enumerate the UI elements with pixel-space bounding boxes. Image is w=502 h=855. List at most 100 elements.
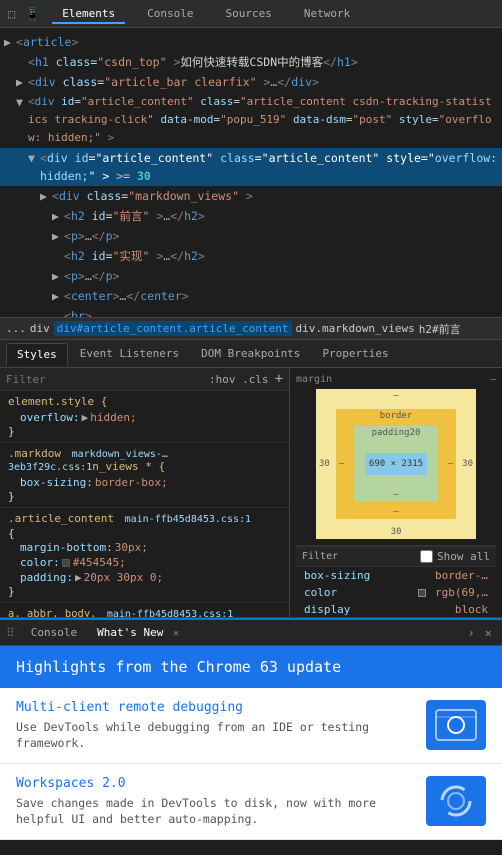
styles-filter-bar: :hov .cls + [0,368,289,391]
tree-line-h2-impl[interactable]: <h2 id="实现" >…</h2> [0,246,502,266]
padding-arrow-icon[interactable]: ▶ [75,571,82,584]
computed-color: color rgb(69,… [296,584,496,601]
tree-content-p1: <p>…</p> [64,227,498,245]
toggle-markdown-views[interactable]: ▼ [28,149,40,167]
computed-display: display block [296,601,496,617]
whatsnew-close-icon[interactable]: ✕ [173,628,179,639]
toggle-article-bar[interactable]: ▶ [16,73,28,91]
style-selector-element: element.style { [8,395,281,408]
toggle-p2[interactable]: ▶ [52,267,64,285]
chevron-right-icon[interactable]: › [462,626,481,640]
box-model-container: margin – – 30 30 30 border – – – [296,374,496,617]
computed-section: Filter Show all box-sizing border-… colo… [296,545,496,617]
thumbnail-icon-1 [431,781,481,821]
style-prop-overflow: overflow: ▶ hidden; [8,410,281,425]
margin-left-value: 30 [319,459,330,469]
tree-line-h2-preface[interactable]: ▶ <h2 id="前言" >…</h2> [0,206,502,226]
box-content: 690 × 2315 [365,453,427,475]
tree-line-article-bar[interactable]: ▶ <div class="article_bar clearfix" >…</… [0,72,502,92]
breadcrumb: ... div div#article_content.article_cont… [0,318,502,340]
tree-line-h1[interactable]: <h1 class="csdn_top" >如何快速转载CSDN中的博客</h1… [0,52,502,72]
tree-line-br[interactable]: <br> [0,306,502,318]
margin-bottom-value: 30 [391,527,402,537]
tree-content-p2: <p>…</p> [64,267,498,285]
style-link-markdown[interactable]: markdown_views-…3eb3f29c.css:1 [8,449,168,473]
whatsnew-item-title-1: Workspaces 2.0 [16,776,414,791]
whatsnew-item-desc-0: Use DevTools while debugging from an IDE… [16,719,414,751]
tab-sources[interactable]: Sources [216,3,282,24]
tree-content-center: <center>…</center> [64,287,498,305]
tab-console-bottom[interactable]: Console [21,622,87,643]
bottom-tab-bar: ⠿ Console What's New ✕ › ✕ [0,618,502,646]
tree-content-markdown-views: <div id="article_content" class="article… [40,149,498,185]
tab-console[interactable]: Console [137,3,203,24]
breadcrumb-article-content[interactable]: div#article_content.article_content [54,321,292,336]
tree-line-p2[interactable]: ▶ <p>…</p> [0,266,502,286]
border-bottom-dash: – [393,507,398,517]
border-right-dash: – [448,459,453,469]
device-icon[interactable]: 📱 [25,7,40,21]
toggle-article[interactable]: ▶ [4,33,16,51]
tree-content-markdown-inner: <div class="markdown_views" > [52,187,498,205]
devtools-toolbar: ⬚ 📱 Elements Console Sources Network [0,0,502,28]
breadcrumb-h2[interactable]: h2#前言 [419,321,461,337]
toggle-p1[interactable]: ▶ [52,227,64,245]
tab-elements[interactable]: Elements [52,3,125,24]
color-swatch[interactable] [62,559,70,567]
show-all-checkbox[interactable] [420,550,433,563]
toggle-article-content-outer[interactable]: ▼ [16,93,28,111]
style-selector-markdown: .markdow markdown_views-…3eb3f29c.css:1n… [8,447,281,473]
style-rule-global: a, abbr, body, main-ffb45d8453.css:1 but… [0,603,289,617]
styles-filter-input[interactable] [6,373,203,386]
style-selector-global: a, abbr, body, main-ffb45d8453.css:1 but… [8,607,281,617]
border-label: border [380,411,413,421]
close-console-icon[interactable]: ✕ [481,626,496,640]
tree-line-article[interactable]: ▶ <article> [0,32,502,52]
panel-tabs: Styles Event Listeners DOM Breakpoints P… [0,340,502,368]
whatsnew-thumbnail-0 [426,700,486,750]
styles-rules: :hov .cls + element.style { overflow: ▶ … [0,368,290,617]
toggle-h2-preface[interactable]: ▶ [52,207,64,225]
whatsnew-header: Highlights from the Chrome 63 update [0,646,502,688]
style-prop-boxsizing: box-sizing: border-box; [8,475,281,490]
whatsnew-panel: Highlights from the Chrome 63 update Mul… [0,646,502,840]
inspect-icon[interactable]: ⬚ [8,7,15,21]
tree-line-markdown-inner[interactable]: ▶ <div class="markdown_views" > [0,186,502,206]
overflow-arrow-icon[interactable]: ▶ [82,411,89,424]
bottom-menu-icon[interactable]: ⠿ [6,626,15,640]
tree-line-center[interactable]: ▶ <center>…</center> [0,286,502,306]
breadcrumb-div[interactable]: div [30,322,50,335]
tree-line-markdown-views[interactable]: ▼ <div id="article_content" class="artic… [0,148,502,186]
style-rule-element: element.style { overflow: ▶ hidden; } [0,391,289,443]
tab-properties[interactable]: Properties [312,343,398,364]
style-prop-margin-bottom: margin-bottom: 30px; [8,540,281,555]
add-style-rule-button[interactable]: + [275,371,283,387]
style-link-global[interactable]: main-ffb45d8453.css:1 [107,609,233,617]
tree-content-article-bar: <div class="article_bar clearfix" >…</di… [28,73,498,91]
style-prop-padding: padding: ▶ 20px 30px 0; [8,570,281,585]
box-model-title: margin – [296,374,496,385]
tree-content-h2-preface: <h2 id="前言" >…</h2> [64,207,498,225]
tab-dom-breakpoints[interactable]: DOM Breakpoints [191,343,310,364]
tab-styles[interactable]: Styles [6,343,68,365]
computed-box-sizing: box-sizing border-… [296,567,496,584]
whatsnew-item-title-0: Multi-client remote debugging [16,700,414,715]
toggle-center[interactable]: ▶ [52,287,64,305]
computed-filter-bar: Filter Show all [296,546,496,567]
tab-whatsnew[interactable]: What's New ✕ [87,622,189,643]
styles-panel: :hov .cls + element.style { overflow: ▶ … [0,368,502,618]
tree-content-br: <br> [64,307,498,318]
filter-pseudo[interactable]: :hov .cls [209,373,269,386]
breadcrumb-ellipsis[interactable]: ... [6,322,26,335]
tab-event-listeners[interactable]: Event Listeners [70,343,189,364]
style-rule-article-content: .article_content main-ffb45d8453.css:1 {… [0,508,289,603]
tab-network[interactable]: Network [294,3,360,24]
box-padding: padding20 – 690 × 2315 [354,426,438,502]
toggle-markdown-inner[interactable]: ▶ [40,187,52,205]
computed-filter-label: Filter [302,551,420,562]
tree-line-p1[interactable]: ▶ <p>…</p> [0,226,502,246]
style-link-article[interactable]: main-ffb45d8453.css:1 [125,514,251,525]
breadcrumb-markdown[interactable]: div.markdown_views [296,322,415,335]
tree-line-article-content-outer[interactable]: ▼ <div id="article_content" class="artic… [0,92,502,148]
toolbar-icons: ⬚ 📱 [8,7,40,21]
